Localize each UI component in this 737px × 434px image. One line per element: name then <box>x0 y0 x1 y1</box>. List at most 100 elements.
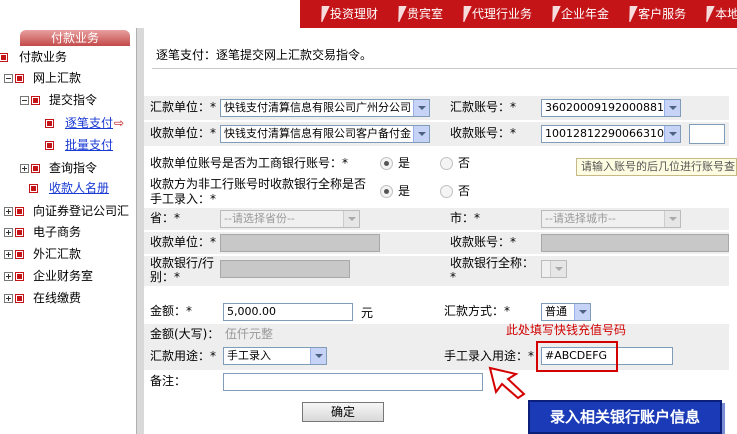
tab-enterprise-annuity[interactable]: 企业年金 <box>541 4 618 24</box>
chevron-down-icon <box>574 304 590 320</box>
bank-fullname-select[interactable] <box>541 260 567 278</box>
bank-fullname-label-1: 收款银行全称： <box>450 256 535 270</box>
row-payer: 汇款单位：* 快钱支付清算信息有限公司广州分公司 汇款账号：* 36020009… <box>144 96 729 120</box>
main-content: 逐笔支付：逐笔提交网上汇款交易指令。 汇款单位：* 快钱支付清算信息有限公司广州… <box>144 28 737 434</box>
remark-input[interactable] <box>223 373 483 391</box>
sidebar-item-securities-remit[interactable]: 向证券登记公司汇 <box>4 202 129 220</box>
icbc-question-label: 收款单位账号是否为工商银行账号：* <box>150 156 349 170</box>
sidebar-item-payment[interactable]: 付款业务 <box>0 48 67 66</box>
payee-account2-input[interactable] <box>541 234 729 252</box>
sidebar-item-label[interactable]: 逐笔支付 <box>65 116 113 130</box>
nav-tabs: 投资理财 贵宾室 代理行业务 企业年金 客户服务 本地特 <box>310 4 737 24</box>
sidebar-item-submit-order[interactable]: 提交指令 <box>20 91 97 109</box>
expand-icon[interactable] <box>20 164 29 173</box>
tab-customer-service[interactable]: 客户服务 <box>618 4 695 24</box>
sidebar-item-label[interactable]: 收款人名册 <box>49 181 109 195</box>
expand-icon[interactable] <box>4 207 13 216</box>
breadcrumb: 逐笔支付：逐笔提交网上汇款交易指令。 <box>156 48 373 62</box>
payee-unit2-label: 收款单位：* <box>150 235 217 249</box>
province-select[interactable]: --请选择省份-- <box>220 210 360 228</box>
bullet-square-icon <box>45 119 54 128</box>
sidebar-item-label: 在线缴费 <box>33 291 82 305</box>
bullet-square-icon <box>31 164 40 173</box>
bullet-square-icon <box>15 294 24 303</box>
city-select[interactable]: --请选择城市-- <box>541 210 681 228</box>
amount-input[interactable]: 5,000.00 <box>223 303 353 321</box>
sidebar-item-batch-payment[interactable]: 批量支付 <box>45 136 113 154</box>
sidebar-item-label: 企业财务室 <box>33 269 94 283</box>
payee-unit-value: 快钱支付清算信息有限公司客户备付金 <box>224 127 411 140</box>
icbc-no-radio[interactable] <box>440 157 453 170</box>
manual-no-label: 否 <box>458 184 471 198</box>
payer-unit-select[interactable]: 快钱支付清算信息有限公司广州分公司 <box>220 99 430 117</box>
bullet-square-icon <box>15 272 24 281</box>
row-manual-question: 收款方为非工行账号时收款银行全称是否 手工录入：* 是 否 <box>144 176 729 210</box>
chevron-down-icon <box>343 211 359 227</box>
sidebar-item-online-fee[interactable]: 在线缴费 <box>4 289 81 307</box>
remit-method-select[interactable]: 普通 <box>541 303 591 321</box>
bullet-square-icon <box>0 53 8 62</box>
sidebar-item-label[interactable]: 批量支付 <box>65 138 113 152</box>
bullet-square-icon <box>31 96 40 105</box>
tab-correspondent-bank[interactable]: 代理行业务 <box>452 4 541 24</box>
chevron-down-icon <box>664 211 680 227</box>
payer-account-select[interactable]: 3602000919200088150 <box>541 99 681 117</box>
payer-account-label: 汇款账号：* <box>450 100 517 114</box>
info-banner: 录入相关银行账户信息 <box>528 400 722 434</box>
expand-icon[interactable] <box>4 250 13 259</box>
purpose-select[interactable]: 手工录入 <box>223 347 327 365</box>
payee-account-label: 收款账号：* <box>450 126 517 140</box>
row-purpose: 汇款用途：* 手工录入 手工录入用途：* #ABCDEFG <box>144 344 729 370</box>
highlight-box <box>536 341 618 372</box>
tab-investment[interactable]: 投资理财 <box>310 4 387 24</box>
amount-label: 金额：* <box>150 304 193 318</box>
sidebar-item-label: 外汇汇款 <box>33 247 82 261</box>
payer-unit-label: 汇款单位：* <box>150 100 217 114</box>
payee-account-select[interactable]: 1001281229006631066 <box>541 125 681 143</box>
province-placeholder: --请选择省份-- <box>224 212 295 225</box>
payee-unit-select[interactable]: 快钱支付清算信息有限公司客户备付金 <box>220 125 430 143</box>
sidebar-divider[interactable] <box>136 28 144 434</box>
sidebar-item-finance-office[interactable]: 企业财务室 <box>4 267 93 285</box>
expand-icon[interactable] <box>4 228 13 237</box>
manual-question-label-1: 收款方为非工行账号时收款银行全称是否 <box>150 177 367 191</box>
pointer-arrow-icon <box>488 366 526 400</box>
sidebar: 付款业务 付款业务 网上汇款 提交指令 逐笔支付⇨ 批量支付 查询指令 收款人名… <box>0 28 136 434</box>
bullet-square-icon <box>15 207 24 216</box>
account-suffix-input[interactable] <box>689 124 725 144</box>
tab-vip-room[interactable]: 贵宾室 <box>387 4 452 24</box>
confirm-button[interactable]: 确定 <box>302 402 384 422</box>
manual-yes-radio[interactable] <box>380 185 393 198</box>
sidebar-item-query-order[interactable]: 查询指令 <box>20 159 97 177</box>
collapse-icon[interactable] <box>4 74 13 83</box>
bank-branch-label-1: 收款银行/行 <box>150 256 215 270</box>
sidebar-item-label: 查询指令 <box>49 161 98 175</box>
amount-caps-value: 伍仟元整 <box>225 327 274 341</box>
icbc-no-label: 否 <box>458 156 471 170</box>
sidebar-item-single-payment[interactable]: 逐笔支付⇨ <box>45 114 124 132</box>
bank-branch-label-2: 别：* <box>150 270 181 284</box>
chevron-down-icon <box>550 261 566 277</box>
sidebar-item-payee-list[interactable]: 收款人名册 <box>29 179 109 197</box>
row-province-city: 省：* --请选择省份-- 市：* --请选择城市-- <box>144 208 729 230</box>
expand-icon[interactable] <box>4 294 13 303</box>
collapse-icon[interactable] <box>20 96 29 105</box>
chevron-down-icon <box>664 126 680 142</box>
icbc-yes-radio[interactable] <box>380 157 393 170</box>
sidebar-item-forex-remit[interactable]: 外汇汇款 <box>4 245 81 263</box>
sidebar-item-online-remit[interactable]: 网上汇款 <box>4 69 81 87</box>
breadcrumb-divider <box>152 68 737 69</box>
city-label: 市：* <box>450 211 481 225</box>
expand-icon[interactable] <box>4 272 13 281</box>
purpose-value: 手工录入 <box>227 349 271 362</box>
purpose-label: 汇款用途：* <box>150 349 217 363</box>
manual-no-radio[interactable] <box>440 185 453 198</box>
sidebar-item-ecommerce[interactable]: 电子商务 <box>4 223 81 241</box>
sidebar-item-label: 向证券登记公司汇 <box>33 204 130 218</box>
tab-local[interactable]: 本地特 <box>695 4 737 24</box>
bank-branch-input[interactable] <box>220 260 350 278</box>
payee-account-value: 1001281229006631066 <box>545 127 678 140</box>
manual-yes-label: 是 <box>398 184 411 198</box>
payee-unit2-input[interactable] <box>220 234 380 252</box>
row-amount-caps: 金额(大写)： 伍仟元整 <box>144 324 729 344</box>
